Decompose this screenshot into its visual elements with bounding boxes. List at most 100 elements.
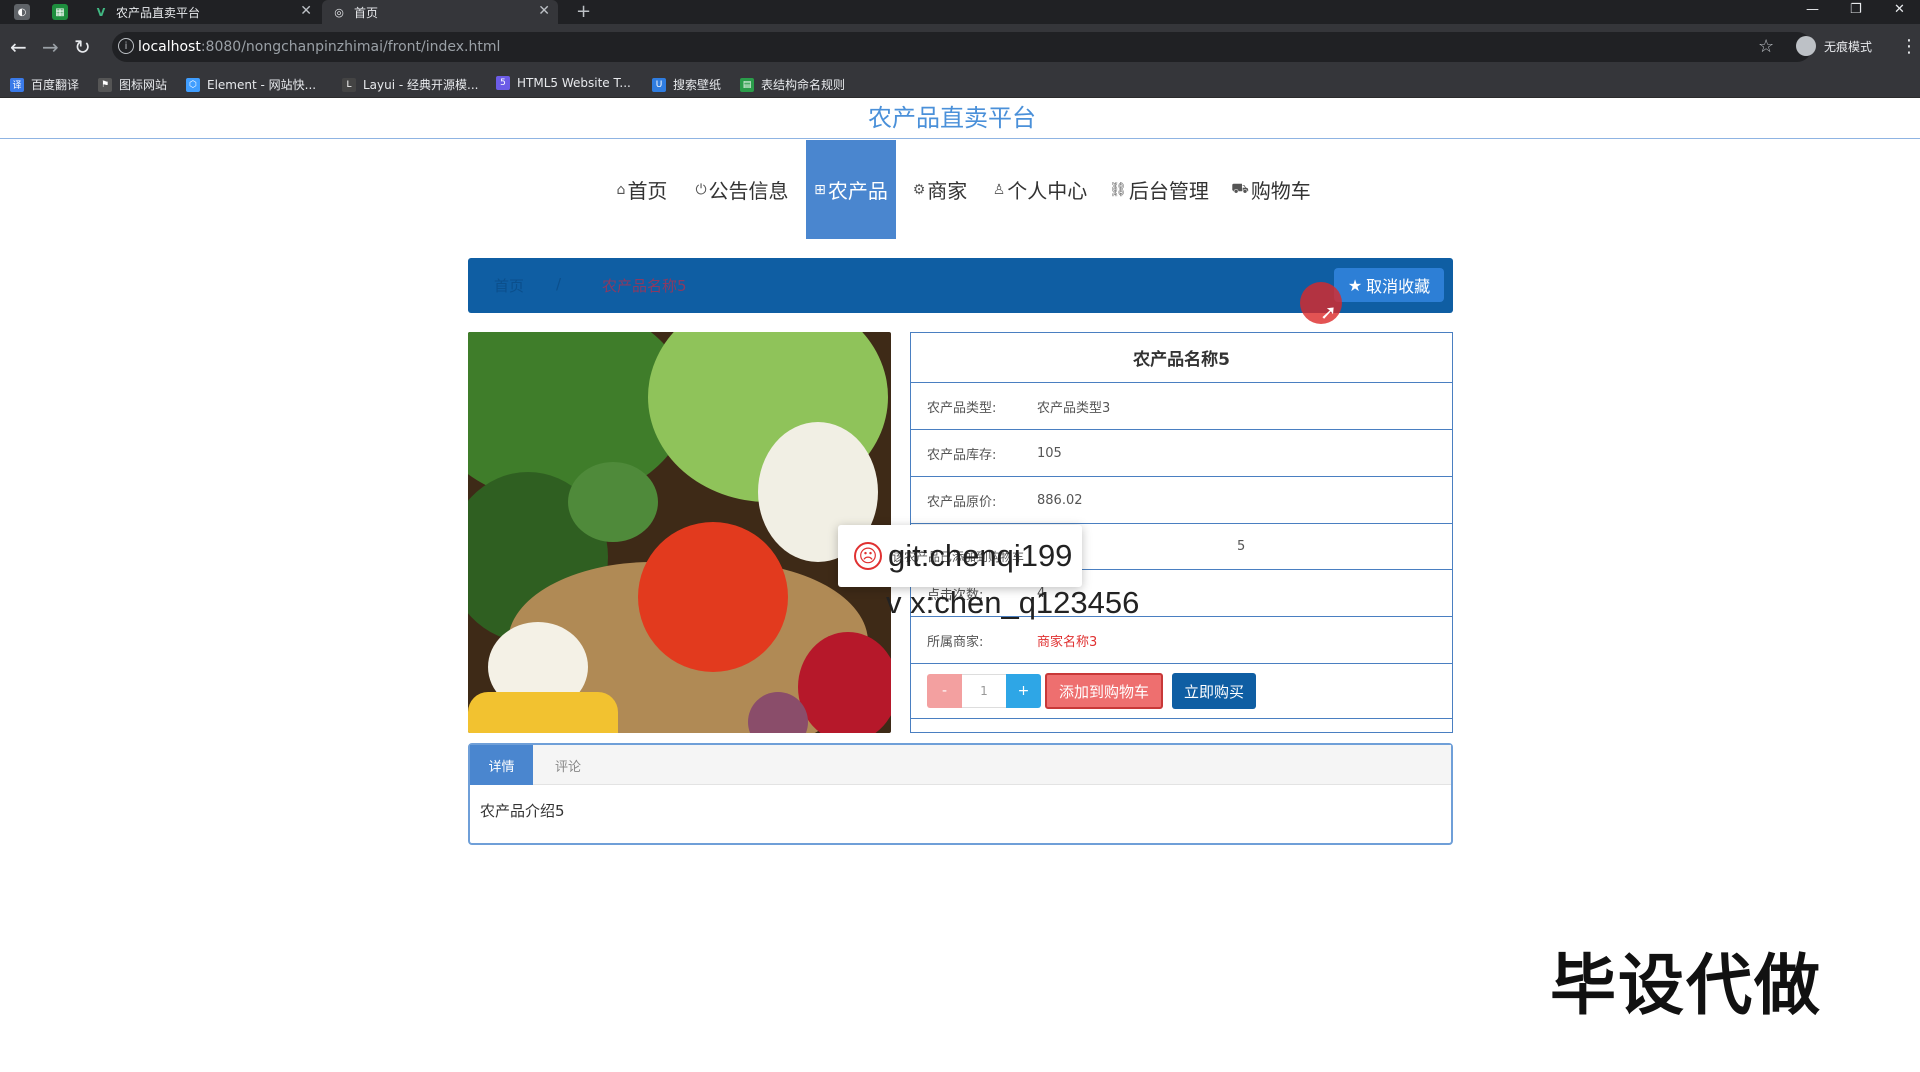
nav-label: 个人中心 xyxy=(1007,179,1088,203)
main-nav: ⌂ 首页 ⏻ 公告信息 ⊞ 农产品 ⚙ 商家 ♙ 个人中心 ⛓ 后台管理 ⛟ 购物车 xyxy=(0,140,1920,239)
home-icon: ⌂ xyxy=(616,181,626,198)
bookmark-item[interactable]: L Layui - 经典开源模... xyxy=(342,76,478,93)
mouse-cursor-icon: ➚ xyxy=(1320,300,1337,324)
field-label: 农产品原价: xyxy=(927,494,997,510)
browser-tab-title: 首页 xyxy=(354,5,379,20)
buy-now-button[interactable]: 立即购买 xyxy=(1172,673,1256,709)
close-tab-icon[interactable]: ✕ xyxy=(538,3,550,19)
nav-label: 农产品 xyxy=(827,179,888,203)
nav-item-home[interactable]: ⌂ 首页 xyxy=(610,140,674,239)
nav-label: 首页 xyxy=(627,179,668,203)
pinned-tab-sheet[interactable]: ▦ xyxy=(52,4,68,20)
title-divider xyxy=(0,138,1920,139)
pinned-tab-chrome[interactable]: ◐ xyxy=(14,4,30,20)
quantity-increment-button[interactable]: + xyxy=(1006,674,1041,708)
product-image xyxy=(468,332,891,733)
bookmark-label: 百度翻译 xyxy=(31,78,80,92)
nav-item-merchants[interactable]: ⚙ 商家 xyxy=(908,140,972,239)
bookmark-label: Element - 网站快... xyxy=(207,78,317,92)
bookmark-label: HTML5 Website T... xyxy=(517,76,631,90)
incognito-label: 无痕模式 xyxy=(1824,39,1873,54)
reload-icon[interactable]: ↻ xyxy=(74,35,91,59)
bookmark-item[interactable]: ⬡ Element - 网站快... xyxy=(186,76,316,93)
cart-icon: ⛟ xyxy=(1231,180,1249,197)
product-description: 农产品介绍5 xyxy=(480,802,565,820)
nav-item-admin[interactable]: ⛓ 后台管理 xyxy=(1108,140,1210,239)
sad-face-icon: ☹ xyxy=(854,542,882,570)
close-window-icon[interactable]: ✕ xyxy=(1894,2,1905,17)
tab-detail[interactable]: 详情 xyxy=(470,745,533,785)
bookmarks-bar: 译百度翻译 ⚑ 图标网站 ⬡ Element - 网站快... L Layui - 经… xyxy=(0,70,1920,98)
element-icon: ⬡ xyxy=(186,77,200,92)
bookmark-item[interactable]: ▤ 表结构命名规则 xyxy=(740,76,845,93)
quantity-decrement-button[interactable]: - xyxy=(927,674,962,708)
field-value: 农产品类型3 xyxy=(1037,400,1111,416)
breadcrumb-separator: / xyxy=(556,275,562,293)
bookmark-label: 图标网站 xyxy=(119,78,168,92)
browser-tab-title: 农产品直卖平台 xyxy=(116,5,201,20)
add-to-cart-button[interactable]: 添加到购物车 xyxy=(1045,673,1163,709)
info-row-stock: 农产品库存: 105 xyxy=(911,430,1452,477)
merchant-link[interactable]: 商家名称3 xyxy=(1037,631,1097,650)
power-icon: ⏻ xyxy=(695,181,707,198)
browser-tab-2[interactable]: ◎ 首页 ✕ xyxy=(322,0,558,24)
field-value: 5 xyxy=(1237,539,1246,554)
incognito-indicator[interactable]: 无痕模式 xyxy=(1796,36,1872,56)
browser-tab-1[interactable]: V 农产品直卖平台 ✕ xyxy=(84,0,320,24)
nav-label: 后台管理 xyxy=(1128,179,1209,203)
nav-item-cart[interactable]: ⛟ 购物车 xyxy=(1228,140,1314,239)
bookmark-label: Layui - 经典开源模... xyxy=(363,78,479,92)
bookmark-item[interactable]: 5 HTML5 Website T... xyxy=(496,76,631,90)
gear-icon: ⚙ xyxy=(912,181,926,198)
nav-label: 商家 xyxy=(927,179,968,203)
breadcrumb-current: 农产品名称5 xyxy=(602,277,687,295)
unfavorite-button[interactable]: ★ 取消收藏 xyxy=(1334,268,1444,302)
incognito-avatar-icon xyxy=(1796,36,1816,56)
html5-icon: 5 xyxy=(496,76,510,90)
flag-icon: ⚑ xyxy=(98,77,112,92)
nav-item-notice[interactable]: ⏻ 公告信息 xyxy=(692,140,792,239)
nav-item-products[interactable]: ⊞ 农产品 xyxy=(806,140,896,239)
bookmark-item[interactable]: 译百度翻译 xyxy=(10,76,79,93)
nav-item-profile[interactable]: ♙ 个人中心 xyxy=(990,140,1090,239)
field-label: 所属商家: xyxy=(927,634,984,650)
browser-tab-strip: ◐ ▦ V 农产品直卖平台 ✕ ◎ 首页 ✕ + — ❐ ✕ xyxy=(0,0,1920,24)
breadcrumb-home[interactable]: 首页 xyxy=(494,275,524,296)
link-icon: ⛓ xyxy=(1109,181,1127,198)
nav-label: 购物车 xyxy=(1250,179,1311,203)
star-icon: ★ xyxy=(1347,275,1363,295)
bookmark-star-icon[interactable]: ☆ xyxy=(1758,36,1774,57)
info-row-price: 农产品原价: 886.02 xyxy=(911,477,1452,524)
url-host: localhost xyxy=(138,39,201,55)
tab-comment[interactable]: 评论 xyxy=(533,745,603,785)
forward-icon[interactable]: → xyxy=(42,35,59,59)
tabs-header: 详情 评论 xyxy=(470,745,1451,785)
wallpaper-icon: U xyxy=(652,77,666,92)
grid-icon: ⊞ xyxy=(814,181,826,198)
quantity-input[interactable]: 1 xyxy=(962,674,1006,708)
bookmark-label: 表结构命名规则 xyxy=(761,78,846,92)
bookmark-item[interactable]: ⚑ 图标网站 xyxy=(98,76,167,93)
new-tab-icon[interactable]: + xyxy=(576,1,591,22)
back-icon[interactable]: ← xyxy=(10,35,27,59)
bookmark-item[interactable]: U 搜索壁纸 xyxy=(652,76,721,93)
site-info-icon[interactable]: i xyxy=(118,38,134,54)
close-tab-icon[interactable]: ✕ xyxy=(300,3,312,19)
info-row-type: 农产品类型: 农产品类型3 xyxy=(911,383,1452,430)
menu-icon[interactable]: ⋮ xyxy=(1900,36,1918,57)
minimize-icon[interactable]: — xyxy=(1806,2,1819,17)
address-toolbar: ← → ↻ i localhost:8080/nongchanpinzhimai… xyxy=(0,24,1920,70)
info-row-merchant: 所属商家: 商家名称3 xyxy=(911,617,1452,664)
restore-icon[interactable]: ❐ xyxy=(1850,2,1862,17)
nav-label: 公告信息 xyxy=(708,179,789,203)
product-tabs: 详情 评论 农产品介绍5 xyxy=(468,743,1453,845)
layui-icon: L xyxy=(342,77,356,92)
url-field[interactable]: i localhost:8080/nongchanpinzhimai/front… xyxy=(112,32,1812,62)
unfavorite-label: 取消收藏 xyxy=(1366,277,1431,296)
field-label: 农产品库存: xyxy=(927,447,997,463)
watermark-corner: 毕设代做 xyxy=(1550,947,1822,1024)
table-icon: ▤ xyxy=(740,77,754,92)
field-value: 105 xyxy=(1037,445,1062,461)
site-title: 农产品直卖平台 xyxy=(868,104,1036,132)
field-label: 农产品类型: xyxy=(927,400,997,416)
